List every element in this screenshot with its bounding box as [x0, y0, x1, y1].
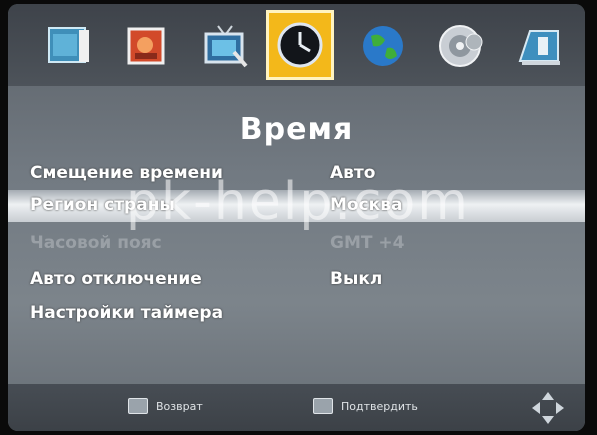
setting-value: Выкл: [330, 269, 383, 289]
setting-row-time-zone[interactable]: Часовой пояс GMT +4: [8, 228, 585, 260]
tab-language[interactable]: [352, 12, 414, 80]
tab-tv[interactable]: [194, 12, 256, 80]
menu-key-icon: [128, 398, 148, 414]
picture-icon: [48, 27, 89, 63]
disc-icon: [439, 25, 483, 67]
setting-label: Часовой пояс: [30, 233, 162, 253]
usb-icon: [518, 30, 560, 65]
tab-usb[interactable]: [508, 12, 570, 80]
photo-icon: [127, 27, 165, 65]
ok-key-icon: [313, 398, 333, 414]
setting-label: Авто отключение: [30, 269, 202, 289]
back-label: Возврат: [156, 399, 203, 413]
setting-value: GMT +4: [330, 233, 405, 253]
tv-menu-screen: Время Смещение времени Авто Регион стран…: [8, 4, 585, 431]
tab-picture[interactable]: [38, 12, 100, 80]
navigation-arrows-icon: [532, 392, 564, 424]
footer-hint-bar: Возврат Подтвердить: [8, 384, 585, 431]
tab-time[interactable]: [266, 10, 334, 80]
back-hint[interactable]: Возврат: [128, 398, 203, 414]
setting-row-timer-settings[interactable]: Настройки таймера: [8, 298, 585, 330]
globe-icon: [363, 26, 403, 66]
clock-icon: [277, 22, 323, 68]
watermark: pk-help.com: [126, 172, 470, 232]
setting-row-auto-off[interactable]: Авто отключение Выкл: [8, 264, 585, 296]
tab-system[interactable]: [430, 12, 492, 80]
confirm-label: Подтвердить: [341, 399, 418, 413]
tab-photo[interactable]: [116, 12, 178, 80]
page-title: Время: [239, 112, 354, 147]
confirm-hint[interactable]: Подтвердить: [313, 398, 418, 414]
tv-icon: [204, 25, 248, 68]
category-tab-bar: [8, 4, 585, 86]
setting-label: Настройки таймера: [30, 303, 224, 323]
